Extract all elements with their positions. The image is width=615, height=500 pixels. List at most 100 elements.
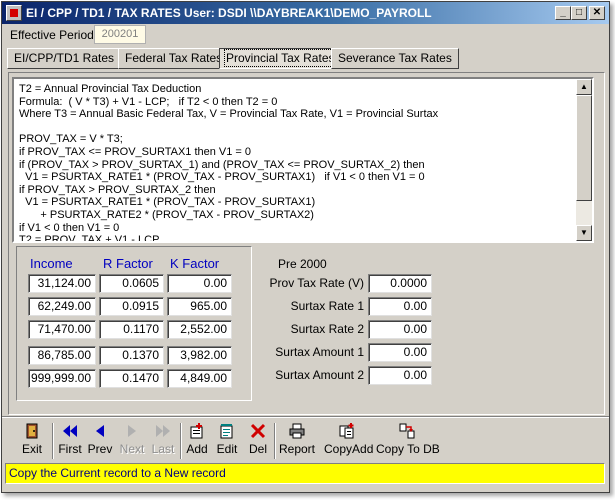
scroll-thumb[interactable] <box>576 95 592 201</box>
del-label: Del <box>248 442 267 456</box>
maximize-button[interactable]: □ <box>571 6 587 20</box>
k-factor-field[interactable]: 965.00 <box>167 297 232 316</box>
report-label: Report <box>278 442 316 456</box>
tax-rates-window: EI / CPP / TD1 / TAX RATES User: DSDI \\… <box>1 1 610 493</box>
copy-to-db-label: Copy To DB <box>376 442 440 456</box>
formula-line: V1 = PSURTAX_RATE1 * (PROV_TAX - PROV_SU… <box>19 196 316 209</box>
r-factor-field[interactable]: 0.1370 <box>99 346 164 365</box>
del-button[interactable]: Del <box>245 421 271 459</box>
copyadd-label: CopyAdd <box>324 442 374 456</box>
first-label: First <box>58 442 82 456</box>
title-bar[interactable]: EI / CPP / TD1 / TAX RATES User: DSDI \\… <box>2 2 609 24</box>
surtax-amount-1-field[interactable]: 0.00 <box>368 343 432 362</box>
formula-line: V1 = PSURTAX_RATE1 * (PROV_TAX - PROV_SU… <box>19 171 425 184</box>
edit-button[interactable]: Edit <box>214 421 240 459</box>
report-button[interactable]: Report <box>278 421 316 459</box>
copyadd-button[interactable]: CopyAdd <box>324 421 374 459</box>
maximize-icon: □ <box>575 7 583 18</box>
exit-door-icon <box>26 423 38 439</box>
formula-line: if PROV_TAX > PROV_SURTAX_2 then <box>19 183 216 196</box>
copy-to-db-button[interactable]: Copy To DB <box>376 421 440 459</box>
surtax-rate-2-label: Surtax Rate 2 <box>290 322 364 336</box>
edit-record-icon <box>220 424 233 439</box>
tab-severance-tax-rates[interactable]: Severance Tax Rates <box>331 48 459 69</box>
close-icon: ✕ <box>592 7 602 18</box>
prov-tax-rate-label: Prov Tax Rate (V) <box>269 276 364 290</box>
k-factor-header: K Factor <box>170 256 220 271</box>
prov-tax-rate-field[interactable]: 0.0000 <box>368 274 432 293</box>
delete-x-icon <box>250 423 266 439</box>
up-arrow-icon: ▲ <box>580 82 588 91</box>
printer-icon <box>289 423 305 439</box>
r-factor-field[interactable]: 0.0915 <box>99 297 164 316</box>
tab-ei-cpp-td1-rates[interactable]: EI/CPP/TD1 Rates <box>7 48 122 69</box>
formula-line: Where T3 = Annual Basic Federal Tax, V =… <box>19 108 439 121</box>
tab-federal-tax-rates[interactable]: Federal Tax Rates <box>118 48 230 69</box>
formula-textarea[interactable]: T2 = Annual Provincial Tax Deduction For… <box>12 77 594 243</box>
toolbar-separator <box>180 423 182 459</box>
income-field[interactable]: 62,249.00 <box>28 297 96 316</box>
formula-line: T2 = Annual Provincial Tax Deduction <box>19 83 202 95</box>
close-button[interactable]: ✕ <box>589 6 605 20</box>
exit-button[interactable]: Exit <box>16 421 48 459</box>
toolbar-separator <box>52 423 54 459</box>
surtax-rate-1-field[interactable]: 0.00 <box>368 297 432 316</box>
add-record-icon <box>190 423 203 439</box>
status-bar: Copy the Current record to a New record <box>5 463 605 484</box>
income-field[interactable]: 999,999.00 <box>28 369 96 388</box>
add-button[interactable]: Add <box>184 421 210 459</box>
surtax-amount-1-label: Surtax Amount 1 <box>275 345 364 359</box>
pre-2000-heading: Pre 2000 <box>278 257 327 271</box>
r-factor-field[interactable]: 0.0605 <box>99 274 164 293</box>
minimize-button[interactable]: _ <box>555 6 571 20</box>
r-factor-field[interactable]: 0.1470 <box>99 369 164 388</box>
next-record-icon <box>128 425 136 437</box>
formula-line: T2 = PROV_TAX + V1 - LCP <box>19 234 160 243</box>
exit-label: Exit <box>21 442 42 456</box>
minimize-icon: _ <box>560 7 566 18</box>
next-label: Next <box>119 442 145 456</box>
income-header: Income <box>30 256 73 271</box>
first-button[interactable]: First <box>57 421 83 459</box>
prev-button[interactable]: Prev <box>86 421 114 459</box>
surtax-rate-2-field[interactable]: 0.00 <box>368 320 432 339</box>
formula-text: T2 = Annual Provincial Tax Deduction For… <box>19 83 574 243</box>
formula-line: Formula: ( V * T3) + V1 - LCP; if T2 < 0… <box>19 95 278 108</box>
toolbar-separator <box>274 423 276 459</box>
down-arrow-icon: ▼ <box>580 228 588 237</box>
copy-to-db-icon <box>399 423 415 439</box>
formula-line: if (PROV_TAX > PROV_SURTAX_1) and (PROV_… <box>19 158 425 171</box>
previous-record-icon <box>96 425 104 437</box>
first-record-icon <box>63 425 77 437</box>
tab-label: Federal Tax Rates <box>125 51 223 65</box>
k-factor-field[interactable]: 0.00 <box>167 274 232 293</box>
r-factor-field[interactable]: 0.1170 <box>99 320 164 339</box>
tab-label: Severance Tax Rates <box>338 51 452 65</box>
income-field[interactable]: 71,470.00 <box>28 320 96 339</box>
surtax-rate-1-label: Surtax Rate 1 <box>290 299 364 313</box>
effective-period-label: Effective Period <box>10 28 94 42</box>
last-record-icon <box>156 425 170 437</box>
next-button[interactable]: Next <box>118 421 146 459</box>
scroll-up-button[interactable]: ▲ <box>576 79 592 95</box>
tab-label: EI/CPP/TD1 Rates <box>14 51 115 65</box>
tab-label: Provincial Tax Rates <box>224 49 337 67</box>
copy-add-icon <box>339 423 354 439</box>
last-label: Last <box>151 442 175 456</box>
effective-period-field[interactable]: 200201 <box>94 25 146 44</box>
formula-line: if V1 < 0 then V1 = 0 <box>19 221 120 234</box>
scroll-down-button[interactable]: ▼ <box>576 225 592 241</box>
formula-scrollbar[interactable]: ▲ ▼ <box>576 79 592 241</box>
k-factor-field[interactable]: 3,982.00 <box>167 346 232 365</box>
k-factor-field[interactable]: 4,849.00 <box>167 369 232 388</box>
formula-line: PROV_TAX = V * T3; <box>19 133 123 146</box>
r-factor-header: R Factor <box>103 256 153 271</box>
income-field[interactable]: 86,785.00 <box>28 346 96 365</box>
edit-label: Edit <box>216 442 238 456</box>
income-field[interactable]: 31,124.00 <box>28 274 96 293</box>
tab-provincial-tax-rates[interactable]: Provincial Tax Rates <box>219 48 342 69</box>
surtax-amount-2-field[interactable]: 0.00 <box>368 366 432 385</box>
k-factor-field[interactable]: 2,552.00 <box>167 320 232 339</box>
app-icon[interactable] <box>6 5 22 21</box>
last-button[interactable]: Last <box>150 421 176 459</box>
